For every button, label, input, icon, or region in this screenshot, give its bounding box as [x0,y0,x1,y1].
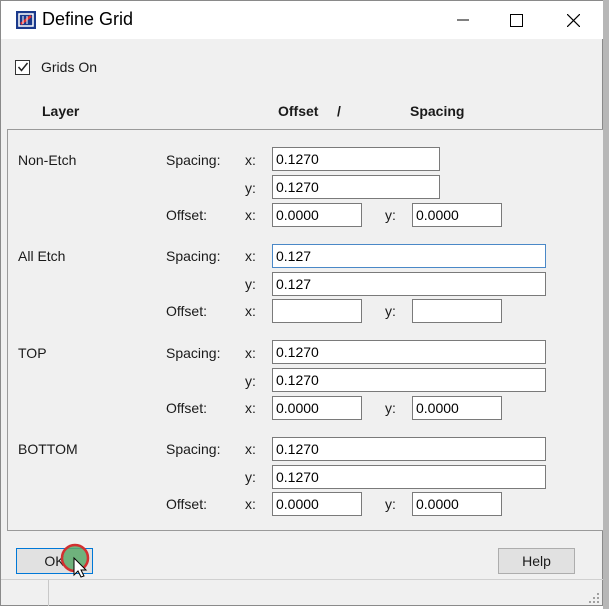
app-icon [16,11,36,29]
header-layer: Layer [42,103,80,119]
mouse-cursor-icon [60,543,90,578]
bottom-spacing-x-input[interactable]: 0.1270 [272,437,546,461]
status-bar [1,579,603,608]
all-etch-offset-y-input[interactable] [412,299,502,323]
y-label: y: [385,207,396,223]
minimize-button[interactable] [437,1,489,39]
help-button[interactable]: Help [498,548,575,574]
offset-label: Offset: [166,496,207,512]
top-offset-x-input[interactable]: 0.0000 [272,396,362,420]
spacing-label: Spacing: [166,152,221,168]
header-offset: Offset [278,103,319,119]
header-slash: / [337,103,341,119]
top-offset-y-input[interactable]: 0.0000 [412,396,502,420]
minimize-icon [457,19,469,21]
grids-on-row: Grids On [15,59,97,75]
offset-label: Offset: [166,303,207,319]
y-label: y: [245,373,256,389]
y-label: y: [385,496,396,512]
x-label: x: [245,303,256,319]
grids-on-checkbox[interactable] [15,59,30,75]
grids-on-label[interactable]: Grids On [41,59,97,75]
top-spacing-x-input[interactable]: 0.1270 [272,340,546,364]
close-icon [566,13,580,27]
layer-name-bottom: BOTTOM [18,441,78,457]
x-label: x: [245,345,256,361]
resize-grip-icon[interactable] [587,591,601,605]
spacing-label: Spacing: [166,441,221,457]
status-bar-divider [48,580,49,606]
spacing-label: Spacing: [166,248,221,264]
help-button-label: Help [522,553,551,569]
layer-name-non-etch: Non-Etch [18,152,77,168]
x-label: x: [245,496,256,512]
non-etch-spacing-x-input[interactable]: 0.1270 [272,147,440,171]
title-bar[interactable]: Define Grid [1,1,603,39]
layer-name-all-etch: All Etch [18,248,66,264]
all-etch-offset-x-input[interactable] [272,299,362,323]
all-etch-spacing-x-input[interactable]: 0.127 [272,244,546,268]
y-label: y: [385,303,396,319]
maximize-icon [509,13,523,27]
non-etch-offset-x-input[interactable]: 0.0000 [272,203,362,227]
y-label: y: [245,469,256,485]
window-edge [603,0,609,609]
top-spacing-y-input[interactable]: 0.1270 [272,368,546,392]
close-button[interactable] [547,1,599,39]
all-etch-spacing-y-input[interactable]: 0.127 [272,272,546,296]
x-label: x: [245,441,256,457]
non-etch-spacing-y-input[interactable]: 0.1270 [272,175,440,199]
bottom-spacing-y-input[interactable]: 0.1270 [272,465,546,489]
bottom-offset-y-input[interactable]: 0.0000 [412,492,502,516]
layer-name-top: TOP [18,345,47,361]
y-label: y: [245,180,256,196]
y-label: y: [385,400,396,416]
bottom-offset-x-input[interactable]: 0.0000 [272,492,362,516]
header-spacing: Spacing [410,103,465,119]
offset-label: Offset: [166,207,207,223]
checkmark-icon [17,62,28,72]
offset-label: Offset: [166,400,207,416]
define-grid-dialog: Define Grid Grids On Layer Offset / Spac… [0,0,603,606]
non-etch-offset-y-input[interactable]: 0.0000 [412,203,502,227]
x-label: x: [245,207,256,223]
spacing-label: Spacing: [166,345,221,361]
maximize-button[interactable] [490,1,542,39]
y-label: y: [245,276,256,292]
x-label: x: [245,152,256,168]
window-title: Define Grid [42,9,134,29]
x-label: x: [245,248,256,264]
layer-grid-panel: Non-Etch Spacing: x: 0.1270 y: 0.1270 Of… [7,129,603,531]
x-label: x: [245,400,256,416]
